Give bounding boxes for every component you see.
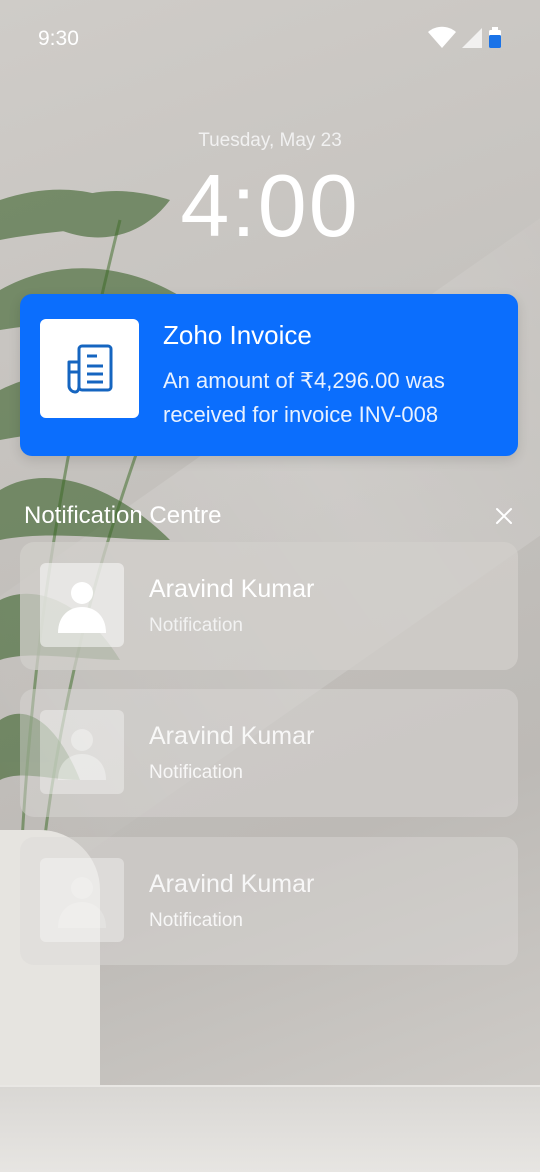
status-bar: 9:30 <box>0 0 540 76</box>
notification-subtitle: Notification <box>149 762 243 783</box>
cellular-signal-icon <box>462 28 482 48</box>
invoice-notification-card[interactable]: Zoho Invoice An amount of ₹4,296.00 was … <box>20 294 518 456</box>
avatar <box>40 563 124 647</box>
floor <box>0 1085 540 1172</box>
notification-centre-header: Notification Centre <box>24 500 516 534</box>
invoice-document-icon <box>67 344 112 393</box>
person-icon <box>58 877 106 928</box>
notification-title: Zoho Invoice <box>163 320 312 350</box>
lock-clock: 4:00 <box>180 156 360 255</box>
notification-subtitle: Notification <box>149 615 243 636</box>
avatar <box>40 858 124 942</box>
notification-sender: Aravind Kumar <box>149 722 315 750</box>
notification-centre-label: Notification Centre <box>24 502 222 529</box>
notification-item[interactable]: Aravind Kumar Notification <box>20 837 518 965</box>
notification-item[interactable]: Aravind Kumar Notification <box>20 542 518 670</box>
notification-message: An amount of ₹4,296.00 was received for … <box>163 368 445 427</box>
person-icon <box>58 582 106 633</box>
notification-sender: Aravind Kumar <box>149 870 315 898</box>
wifi-icon <box>428 26 456 48</box>
avatar <box>40 710 124 794</box>
notification-item[interactable]: Aravind Kumar Notification <box>20 689 518 817</box>
battery-icon <box>489 27 501 48</box>
notification-subtitle: Notification <box>149 910 243 931</box>
close-icon[interactable] <box>492 504 516 528</box>
status-time: 9:30 <box>38 27 79 50</box>
person-icon <box>58 729 106 780</box>
app-icon <box>40 319 139 418</box>
notification-sender: Aravind Kumar <box>149 575 315 603</box>
status-icons <box>428 26 501 48</box>
lock-date: Tuesday, May 23 <box>198 130 342 151</box>
